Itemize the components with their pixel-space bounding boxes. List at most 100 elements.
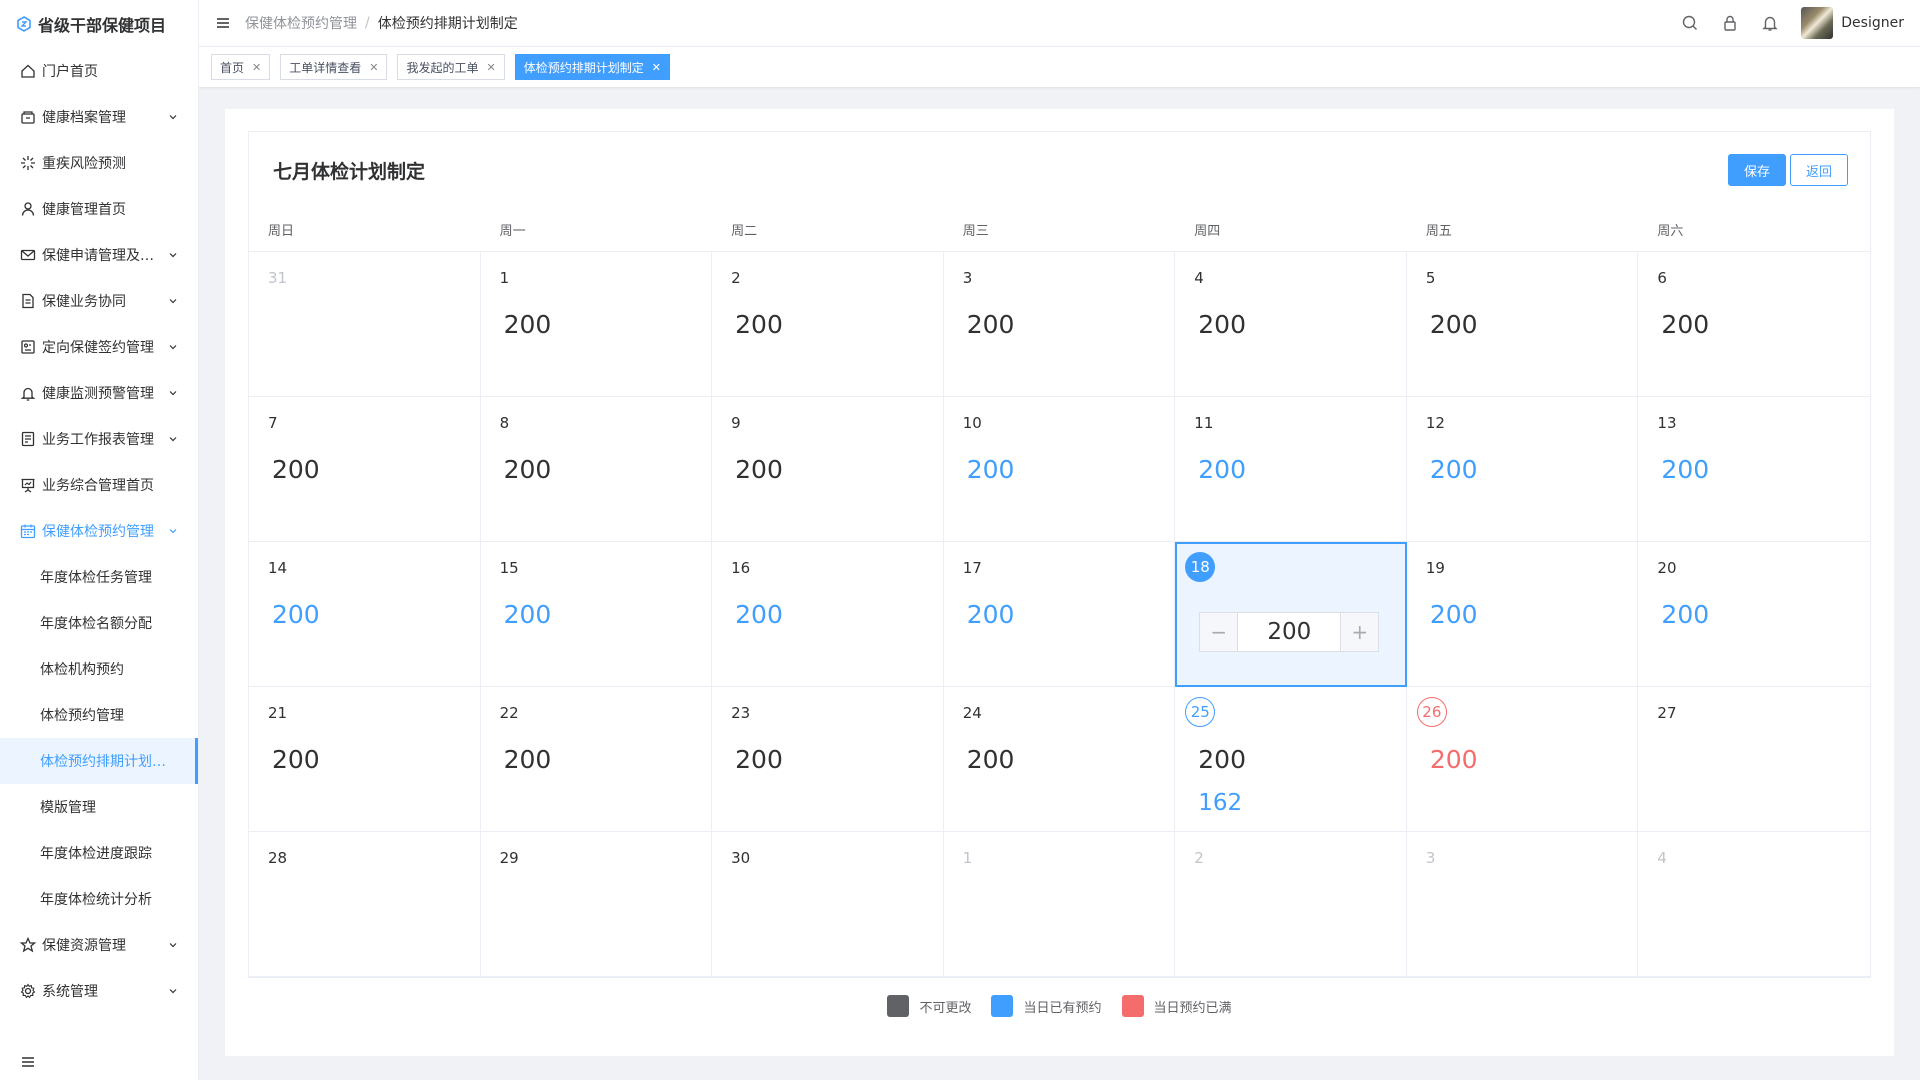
sidebar-item[interactable]: 年度体检任务管理 [0,554,198,600]
day-number: 22 [499,704,519,722]
calendar-day-cell[interactable]: 23 200 [712,687,944,832]
day-number-wrap: 2 [731,266,943,290]
document-icon [22,293,34,309]
close-icon[interactable]: ✕ [369,61,378,74]
calendar-day-cell[interactable]: 4 200 [1175,252,1407,397]
day-quota: 200 [272,745,320,774]
chevron-down-icon [169,253,177,258]
sparkle-icon [21,156,35,170]
calendar-day-cell[interactable]: 25 200 162 [1175,687,1407,832]
chevron-down-icon [169,391,177,396]
close-icon[interactable]: ✕ [252,61,261,74]
calendar-day-cell[interactable]: 31 [249,252,481,397]
close-icon[interactable]: ✕ [652,61,661,74]
calendar-day-cell[interactable]: 26 200 [1406,687,1639,832]
close-icon[interactable]: ✕ [486,61,495,74]
calendar-day-cell[interactable]: 27 [1638,687,1870,832]
bell-icon[interactable] [1761,14,1779,32]
sidebar-item[interactable]: 健康档案管理 [0,94,198,140]
calendar-day-cell[interactable]: 20 200 [1638,542,1870,687]
calendar-day-cell-selected[interactable]: 18 −200 + [1175,542,1407,687]
calendar-day-cell[interactable]: 21 200 [249,687,481,832]
lock-icon[interactable] [1721,14,1739,32]
quantity-stepper: −200 + [1199,612,1380,652]
legend-item: 不可更改 [887,995,971,1017]
sidebar-item[interactable]: 业务综合管理首页 [0,462,198,508]
tag-item[interactable]: 体检预约排期计划制定 ✕ [514,54,670,81]
username[interactable]: Designer [1841,15,1904,31]
decrease-button[interactable]: − [1200,613,1239,651]
quantity-input[interactable]: 200 [1238,613,1340,651]
back-button[interactable]: 返回 [1789,154,1848,186]
sidebar-item-label: 年度体检统计分析 [40,892,152,908]
breadcrumb-parent[interactable]: 保健体检预约管理 [245,13,357,33]
sidebar-item[interactable]: 年度体检进度跟踪 [0,830,198,876]
calendar-day-cell[interactable]: 28 [249,832,481,977]
sidebar-item[interactable]: 年度体检名额分配 [0,600,198,646]
calendar-day-cell[interactable]: 9 200 [712,397,944,542]
increase-button[interactable]: + [1340,613,1379,651]
sidebar-item[interactable]: 健康监测预警管理 [0,370,198,416]
sidebar-item[interactable]: 模版管理 [0,784,198,830]
sidebar-item[interactable]: 保健申请管理及… [0,232,198,278]
calendar-day-cell[interactable]: 5 200 [1406,252,1639,397]
calendar-day-cell[interactable]: 22 200 [480,687,713,832]
search-icon[interactable] [1681,14,1699,32]
hamburger-icon[interactable] [215,15,231,31]
calendar-day-cell[interactable]: 16 200 [712,542,944,687]
sidebar-item[interactable]: 门户首页 [0,48,198,94]
sidebar-item[interactable]: 保健业务协同 [0,278,198,324]
calendar-day-cell[interactable]: 11 200 [1175,397,1407,542]
sidebar-item[interactable]: 体检预约管理 [0,692,198,738]
calendar-day-cell[interactable]: 10 200 [943,397,1176,542]
calendar-day-cell[interactable]: 3 200 [943,252,1176,397]
sidebar-item[interactable]: 定向保健签约管理 [0,324,198,370]
calendar-day-cell[interactable]: 15 200 [480,542,713,687]
day-number: 13 [1657,414,1677,432]
calendar-day-cell[interactable]: 2 [1175,832,1407,977]
sidebar-item[interactable]: 年度体检统计分析 [0,876,198,922]
sidebar-item[interactable]: 保健资源管理 [0,922,198,968]
tag-item[interactable]: 工单详情查看 ✕ [280,54,388,81]
save-button[interactable]: 保存 [1727,154,1786,186]
calendar-day-cell[interactable]: 29 [480,832,713,977]
legend: 不可更改 当日已有预约 当日预约已满 [248,978,1871,1034]
page-title: 七月体检计划制定 [273,160,426,183]
sidebar-item[interactable]: 保健体检预约管理 [0,508,198,554]
calendar-day-cell[interactable]: 8 200 [480,397,713,542]
sidebar-item[interactable]: 业务工作报表管理 [0,416,198,462]
day-number: 4 [1194,269,1204,287]
day-number: 14 [268,559,288,577]
tag-label: 首页 [220,60,245,75]
calendar-day-cell[interactable]: 1 200 [480,252,713,397]
calendar-day-cell[interactable]: 4 [1638,832,1870,977]
calendar-day-cell[interactable]: 1 [943,832,1176,977]
calendar-day-cell[interactable]: 24 200 [943,687,1176,832]
calendar-day-cell[interactable]: 13 200 [1638,397,1870,542]
calendar-day-cell[interactable]: 30 [712,832,944,977]
calendar-day-cell[interactable]: 17 200 [943,542,1176,687]
sidebar-item-label: 健康监测预警管理 [42,386,154,402]
day-number-wrap: 20 [1657,556,1870,580]
calendar-day-cell[interactable]: 2 200 [712,252,944,397]
day-quota: 200 [966,455,1015,484]
calendar-day-cell[interactable]: 3 [1406,832,1639,977]
calendar-day-cell[interactable]: 12 200 [1406,397,1639,542]
calendar-day-cell[interactable]: 14 200 [249,542,481,687]
star-icon [20,937,36,953]
avatar[interactable] [1801,7,1834,40]
tag-item[interactable]: 首页 ✕ [211,54,271,81]
collapse-menu-icon[interactable] [20,1054,36,1070]
day-number-wrap: 4 [1194,266,1406,290]
tag-item[interactable]: 我发起的工单 ✕ [397,54,505,81]
calendar-day-cell[interactable]: 19 200 [1406,542,1639,687]
sidebar-item[interactable]: 重疾风险预测 [0,140,198,186]
calendar-day-cell[interactable]: 7 200 [249,397,481,542]
sidebar-item[interactable]: 系统管理 [0,968,198,1014]
day-number-wrap: 22 [500,701,712,725]
sidebar-item[interactable]: 体检机构预约 [0,646,198,692]
sidebar-item[interactable]: 体检预约排期计划制定 [0,738,198,784]
calendar-day-cell[interactable]: 6 200 [1638,252,1870,397]
chevron-down-icon [169,115,177,120]
sidebar-item[interactable]: 健康管理首页 [0,186,198,232]
